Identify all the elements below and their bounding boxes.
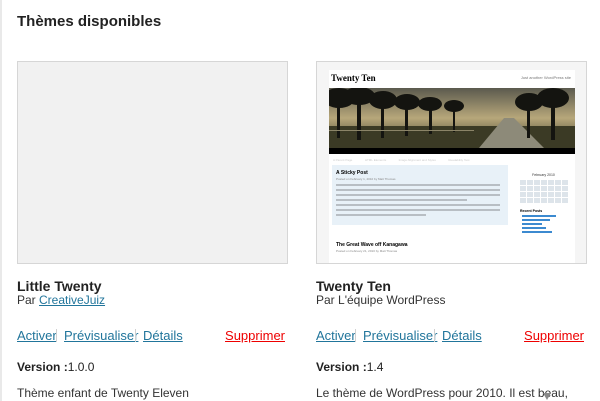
theme-name: Little Twenty [17, 278, 102, 294]
theme-description: Le thème de WordPress pour 2010. Il est … [316, 386, 568, 400]
theme-version: Version :1.4 [316, 360, 383, 374]
theme-screenshot[interactable]: Twenty Ten Just another WordPress site A… [316, 61, 587, 264]
preview-header-image [329, 88, 575, 148]
version-label: Version : [316, 360, 367, 374]
preview-site-title: Twenty Ten [331, 73, 376, 83]
preview-nav: A Parent Page HTML Elements Image Alignm… [329, 148, 575, 162]
preview-nav-item: A Parent Page [333, 158, 353, 162]
preview-post-text [336, 184, 500, 219]
preview-link[interactable]: Prévisualiser [64, 328, 138, 343]
page-left-border [0, 0, 2, 401]
preview-post2-title: The Great Wave off Kanagawa [336, 242, 408, 248]
theme-author: Par CreativeJuiz [17, 293, 105, 307]
preview-sidebar: February 2010 Recent Posts [516, 165, 571, 233]
preview-post-title: A Sticky Post [336, 170, 368, 176]
author-prefix: Par [17, 293, 40, 307]
preview-nav-item: Image Alignment and Styles [398, 158, 436, 162]
activate-link[interactable]: Activer [17, 328, 57, 343]
preview-post-meta: Posted on February 1, 2010 by Matt Thoma… [336, 177, 396, 181]
details-link[interactable]: Détails [442, 328, 482, 343]
preview-sidebar-heading: Recent Posts [520, 209, 543, 213]
separator [355, 329, 356, 342]
details-link[interactable]: Détails [143, 328, 183, 343]
theme-card-little-twenty: Little Twenty Par CreativeJuiz Activer P… [17, 61, 288, 400]
version-label: Version : [17, 360, 68, 374]
preview-calendar-title: February 2010 [532, 173, 555, 177]
theme-name: Twenty Ten [316, 278, 391, 294]
author-name: L'équipe WordPress [338, 293, 446, 307]
delete-link[interactable]: Supprimer [225, 328, 285, 343]
author-link[interactable]: CreativeJuiz [39, 293, 105, 307]
author-prefix: Par [316, 293, 339, 307]
twentyten-preview: Twenty Ten Just another WordPress site A… [317, 62, 586, 263]
preview-nav-item: Readability Test [448, 158, 470, 162]
delete-link[interactable]: Supprimer [524, 328, 584, 343]
preview-frame: Twenty Ten Just another WordPress site A… [329, 70, 575, 263]
scroll-down-icon[interactable] [542, 392, 552, 401]
activate-link[interactable]: Activer [316, 328, 356, 343]
preview-calendar [520, 180, 571, 203]
page-title: Thèmes disponibles [17, 13, 162, 30]
theme-card-twenty-ten: Twenty Ten Just another WordPress site A… [316, 61, 587, 400]
separator [434, 329, 435, 342]
version-value: 1.0.0 [67, 360, 95, 374]
preview-sticky-post: A Sticky Post Posted on February 1, 2010… [332, 165, 508, 225]
trees-path-image [329, 88, 575, 148]
preview-nav-item: HTML Elements [364, 158, 387, 162]
separator [56, 329, 57, 342]
preview-link[interactable]: Prévisualiser [363, 328, 437, 343]
version-value: 1.4 [366, 360, 384, 374]
theme-description: Thème enfant de Twenty Eleven [17, 386, 189, 400]
theme-screenshot-placeholder[interactable] [17, 61, 288, 264]
separator [135, 329, 136, 342]
theme-version: Version :1.0.0 [17, 360, 94, 374]
preview-post2-meta: Posted on February 21, 2010 by Matt Thom… [336, 249, 398, 253]
preview-tagline: Just another WordPress site [520, 75, 571, 80]
theme-author: Par L'équipe WordPress [316, 293, 445, 307]
